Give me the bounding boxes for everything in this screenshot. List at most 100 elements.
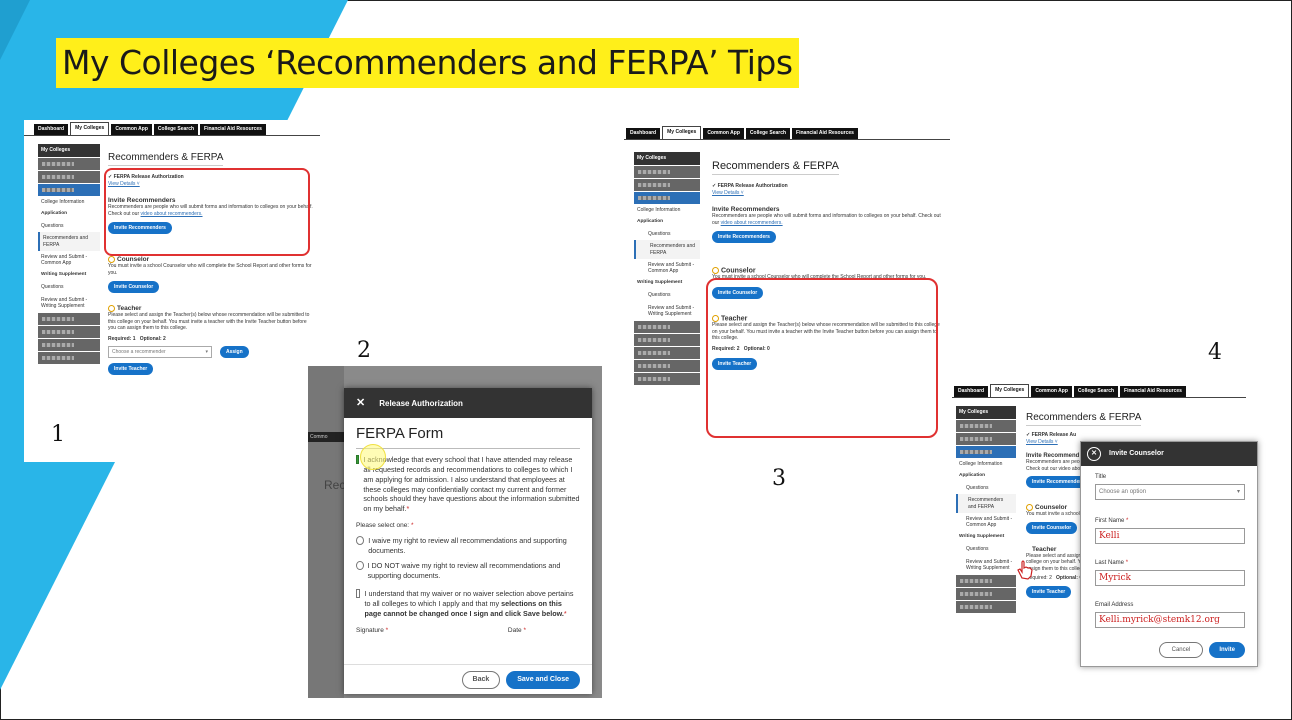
sidebar-item-recommenders[interactable]: Recommenders and FERPA bbox=[634, 240, 700, 259]
tab-common-app[interactable]: Common App bbox=[1031, 386, 1072, 397]
tab-college-search[interactable]: College Search bbox=[1073, 386, 1119, 397]
close-icon[interactable]: ✕ bbox=[356, 397, 365, 409]
sidebar-college-item[interactable] bbox=[956, 601, 1016, 614]
tab-financial-aid[interactable]: Financial Aid Resources bbox=[200, 124, 266, 135]
sidebar-college-item-selected[interactable] bbox=[38, 184, 100, 196]
sidebar-item-questions[interactable]: Questions bbox=[38, 281, 100, 293]
last-name-label-text: Last Name bbox=[1095, 560, 1125, 566]
tab-common-app[interactable]: Common App bbox=[111, 124, 152, 135]
counselor-heading-text: Counselor bbox=[1035, 504, 1068, 512]
waive-radio[interactable] bbox=[356, 536, 365, 546]
sidebar-item-recommenders[interactable]: Recommenders and FERPA bbox=[956, 494, 1016, 513]
sidebar-item-questions[interactable]: Questions bbox=[634, 289, 700, 301]
invite-recommenders-button[interactable]: Invite Recommenders bbox=[712, 231, 776, 243]
sidebar-item-college-information[interactable]: College Information bbox=[38, 196, 100, 208]
invite-teacher-button[interactable]: Invite Teacher bbox=[108, 363, 154, 376]
sidebar-item-review-submit[interactable]: Review and Submit - Common App bbox=[634, 259, 700, 278]
sidebar-item-review-writing[interactable]: Review and Submit - Writing Supplement bbox=[956, 556, 1016, 575]
sidebar-item-review-submit[interactable]: Review and Submit - Common App bbox=[38, 251, 100, 270]
sidebar-college-item[interactable] bbox=[38, 158, 100, 170]
tab-my-colleges[interactable]: My Colleges bbox=[662, 126, 702, 139]
sidebar-college-item[interactable] bbox=[38, 313, 100, 326]
recommender-select[interactable]: Choose a recommender ▾ bbox=[108, 346, 212, 359]
invite-counselor-button[interactable]: Invite Counselor bbox=[1026, 521, 1078, 534]
required-marker: * bbox=[1125, 560, 1129, 566]
sidebar-item-review-writing[interactable]: Review and Submit - Writing Supplement bbox=[634, 302, 700, 321]
tab-my-colleges[interactable]: My Colleges bbox=[70, 122, 110, 135]
sidebar-college-item[interactable] bbox=[634, 334, 700, 347]
sidebar-college-item[interactable] bbox=[634, 166, 700, 178]
tab-college-search[interactable]: College Search bbox=[153, 124, 199, 135]
tab-my-colleges[interactable]: My Colleges bbox=[990, 384, 1030, 397]
video-link[interactable]: video about recommenders. bbox=[721, 220, 783, 226]
step-number-1: 1 bbox=[51, 422, 65, 447]
title-select[interactable]: Choose an option ▾ bbox=[1095, 484, 1245, 500]
step-number-2: 2 bbox=[357, 338, 371, 363]
save-close-button[interactable]: Save and Close bbox=[506, 670, 580, 689]
optional-count: Optional: C bbox=[1056, 575, 1083, 582]
sidebar-item-review-writing[interactable]: Review and Submit - Writing Supplement bbox=[38, 294, 100, 313]
tab-dashboard[interactable]: Dashboard bbox=[34, 124, 69, 135]
sidebar-college-item[interactable] bbox=[956, 588, 1016, 601]
sidebar-college-item-selected[interactable] bbox=[956, 446, 1016, 458]
page-title: Recommenders & FERPA bbox=[108, 152, 224, 166]
sidebar-item-questions[interactable]: Questions bbox=[634, 228, 700, 240]
sidebar-college-item[interactable] bbox=[956, 433, 1016, 445]
select-placeholder: Choose a recommender bbox=[112, 349, 166, 356]
view-details-link[interactable]: View Details ˅ bbox=[712, 190, 944, 197]
last-name-field[interactable]: Myrick bbox=[1095, 570, 1245, 586]
sidebar-college-item[interactable] bbox=[38, 326, 100, 339]
sidebar-header: My Colleges bbox=[956, 406, 1016, 419]
email-field[interactable]: Kelli.myrick@stemk12.org bbox=[1095, 612, 1245, 628]
tab-common-app[interactable]: Common App bbox=[703, 128, 744, 139]
sidebar-college-item[interactable] bbox=[634, 321, 700, 334]
sidebar-item-recommenders[interactable]: Recommenders and FERPA bbox=[38, 232, 100, 251]
invite-teacher-button[interactable]: Invite Teacher bbox=[1026, 585, 1072, 598]
chevron-down-icon: ▾ bbox=[205, 349, 208, 356]
signature-label: Signature * bbox=[356, 627, 388, 636]
sidebar-college-item[interactable] bbox=[38, 171, 100, 183]
sidebar-college-item[interactable] bbox=[634, 373, 700, 386]
page-title: Recommenders & FERPA bbox=[1026, 412, 1142, 426]
sidebar-college-item-selected[interactable] bbox=[634, 192, 700, 204]
invite-heading: Invite Recommenders bbox=[712, 206, 780, 213]
sidebar-item-questions[interactable]: Questions bbox=[956, 482, 1016, 494]
sidebar-college-item[interactable] bbox=[956, 575, 1016, 588]
ack-checkbox[interactable] bbox=[356, 454, 360, 464]
back-button[interactable]: Back bbox=[461, 670, 501, 689]
sidebar-item-questions[interactable]: Questions bbox=[956, 543, 1016, 555]
first-name-field[interactable]: Kelli bbox=[1095, 528, 1245, 544]
tab-dashboard[interactable]: Dashboard bbox=[626, 128, 661, 139]
sidebar-college-item[interactable] bbox=[634, 347, 700, 360]
counselor-heading-text: Counselor bbox=[721, 267, 756, 275]
sidebar-item-review-submit[interactable]: Review and Submit - Common App bbox=[956, 513, 1016, 532]
date-label: Date * bbox=[508, 627, 526, 636]
title-label: Title bbox=[1095, 474, 1107, 480]
tab-financial-aid[interactable]: Financial Aid Resources bbox=[1120, 386, 1186, 397]
required-count: Required: 1 bbox=[108, 335, 136, 342]
teacher-heading: Teacher bbox=[108, 305, 314, 312]
dialog-title: Release Authorization bbox=[379, 399, 463, 408]
sidebar-item-college-information[interactable]: College Information bbox=[956, 458, 1016, 470]
invite-counselor-button[interactable]: Invite Counselor bbox=[108, 281, 160, 294]
invite-button[interactable]: Invite bbox=[1209, 642, 1245, 658]
understand-checkbox[interactable] bbox=[356, 589, 361, 599]
sidebar-item-questions[interactable]: Questions bbox=[38, 220, 100, 232]
not-waive-radio[interactable] bbox=[356, 561, 364, 571]
bg-page: Commo Rec bbox=[308, 366, 345, 698]
close-icon[interactable]: ✕ bbox=[1087, 447, 1101, 461]
dialog-title: Invite Counselor bbox=[1109, 450, 1164, 457]
ack-text-body: I acknowledge that every school that I h… bbox=[363, 454, 580, 514]
sidebar-college-item[interactable] bbox=[634, 360, 700, 373]
tab-college-search[interactable]: College Search bbox=[745, 128, 791, 139]
tab-dashboard[interactable]: Dashboard bbox=[954, 386, 989, 397]
sidebar-college-item[interactable] bbox=[38, 339, 100, 352]
assign-button[interactable]: Assign bbox=[220, 346, 249, 359]
cancel-button[interactable]: Cancel bbox=[1158, 642, 1204, 658]
tab-financial-aid[interactable]: Financial Aid Resources bbox=[792, 128, 858, 139]
dialog-header: ✕ Invite Counselor bbox=[1081, 442, 1257, 466]
sidebar-item-college-information[interactable]: College Information bbox=[634, 204, 700, 216]
sidebar-college-item[interactable] bbox=[38, 352, 100, 365]
sidebar-college-item[interactable] bbox=[956, 420, 1016, 432]
sidebar-college-item[interactable] bbox=[634, 179, 700, 191]
